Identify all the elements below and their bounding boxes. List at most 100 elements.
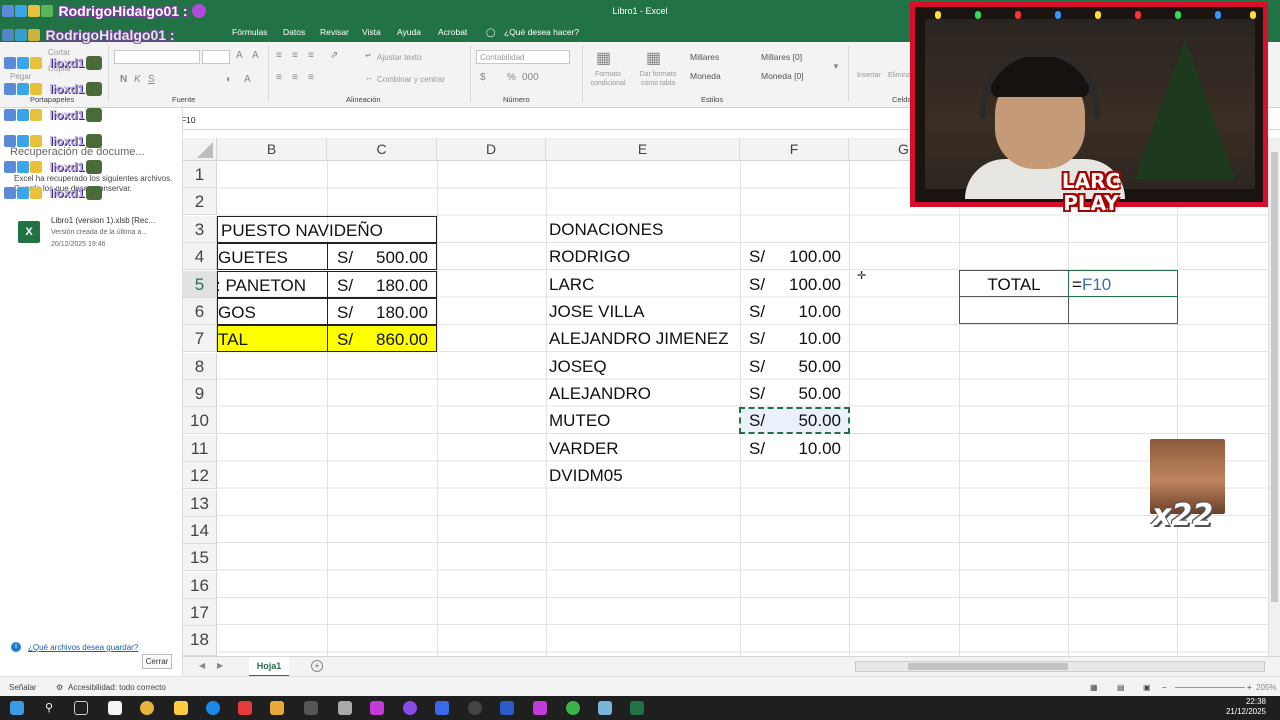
- shrink-font-icon[interactable]: A: [252, 50, 259, 61]
- total-empty-cell[interactable]: [1068, 297, 1178, 324]
- column-header-d[interactable]: D: [437, 138, 546, 161]
- donor-name-cell[interactable]: RODRIGO: [549, 243, 739, 270]
- donor-name-cell[interactable]: ALEJANDRO JIMENEZ: [549, 325, 739, 352]
- column-header-c[interactable]: C: [327, 138, 437, 161]
- active-formula-cell[interactable]: =F10: [1068, 270, 1178, 297]
- horizontal-scroll-thumb[interactable]: [908, 663, 1068, 670]
- orientation-icon[interactable]: ⇗: [330, 50, 338, 61]
- app-icon[interactable]: [403, 701, 417, 715]
- donor-name-cell[interactable]: LARC: [549, 271, 739, 298]
- align-left-icon[interactable]: ≡: [276, 72, 282, 83]
- windows-start-icon[interactable]: [10, 701, 24, 715]
- task-view-icon[interactable]: [74, 701, 88, 715]
- merge-center-button[interactable]: Combinar y centrar: [377, 75, 445, 84]
- comma-style-icon[interactable]: 000: [522, 72, 539, 83]
- app-icon[interactable]: [598, 701, 612, 715]
- align-center-icon[interactable]: ≡: [292, 72, 298, 83]
- row-header-active[interactable]: 5: [183, 271, 217, 298]
- column-header-b[interactable]: B: [217, 138, 327, 161]
- conditional-format-icon[interactable]: ▦: [596, 48, 611, 68]
- row-header[interactable]: 6: [183, 298, 217, 325]
- page-break-icon[interactable]: ▣: [1143, 683, 1151, 692]
- column-header-e[interactable]: E: [546, 138, 740, 161]
- conditional-format-button[interactable]: Formato condicional: [590, 70, 626, 88]
- grow-font-icon[interactable]: A: [236, 50, 243, 61]
- app-icon[interactable]: [468, 701, 482, 715]
- row-header[interactable]: 16: [183, 572, 217, 599]
- budget-item-label[interactable]: GUETES: [217, 243, 328, 270]
- donations-header-cell[interactable]: DONACIONES: [549, 216, 739, 243]
- donation-amount-cell[interactable]: S/ 50.00: [740, 380, 849, 407]
- word-icon[interactable]: [500, 701, 514, 715]
- tell-me-search[interactable]: ¿Qué desea hacer?: [504, 27, 579, 37]
- zoom-in-icon[interactable]: +: [1247, 683, 1252, 692]
- donation-amount-cell[interactable]: S/ 100.00: [740, 271, 849, 298]
- vertical-scrollbar[interactable]: [1268, 138, 1280, 656]
- tab-revisar[interactable]: Revisar: [320, 27, 349, 37]
- tab-vista[interactable]: Vista: [362, 27, 381, 37]
- budget-item-amount-cell[interactable]: S/ 180.00: [327, 298, 437, 325]
- row-header[interactable]: 10: [183, 407, 217, 434]
- add-sheet-icon[interactable]: +: [311, 660, 323, 672]
- style-moneda-0[interactable]: Moneda [0]: [761, 71, 804, 81]
- budget-header-cell[interactable]: PUESTO NAVIDEÑO: [217, 216, 437, 243]
- row-header[interactable]: 7: [183, 325, 217, 352]
- excel-file-icon[interactable]: X: [18, 221, 40, 243]
- donor-name-cell[interactable]: VARDER: [549, 435, 739, 462]
- accessibility-status[interactable]: Accesibilidad: todo correcto: [68, 683, 166, 692]
- row-header[interactable]: 17: [183, 599, 217, 626]
- app-icon[interactable]: [238, 701, 252, 715]
- folder-icon[interactable]: [270, 701, 284, 715]
- app-icon[interactable]: [533, 701, 547, 715]
- donation-amount-cell[interactable]: S/ 10.00: [740, 435, 849, 462]
- row-header[interactable]: 13: [183, 490, 217, 517]
- donation-amount-cell-copied[interactable]: S/ 50.00: [739, 407, 850, 434]
- row-header[interactable]: 18: [183, 626, 217, 656]
- tab-acrobat[interactable]: Acrobat: [438, 27, 467, 37]
- row-header[interactable]: 15: [183, 544, 217, 571]
- row-header[interactable]: 4: [183, 243, 217, 270]
- budget-item-amount-cell[interactable]: S/ 500.00: [327, 243, 437, 270]
- style-moneda[interactable]: Moneda: [690, 71, 721, 81]
- italic-icon[interactable]: K: [134, 74, 141, 85]
- style-millares-0[interactable]: Millares [0]: [761, 52, 802, 62]
- fill-color-icon[interactable]: ◐: [226, 74, 232, 85]
- align-bottom-icon[interactable]: ≡: [308, 50, 314, 61]
- which-files-link[interactable]: ¿Qué archivos desea guardar?: [28, 643, 138, 652]
- vertical-scroll-thumb[interactable]: [1271, 152, 1278, 602]
- merge-center-icon[interactable]: ↔: [365, 73, 373, 82]
- whatsapp-icon[interactable]: [566, 701, 580, 715]
- row-header[interactable]: 2: [183, 188, 217, 215]
- tab-datos[interactable]: Datos: [283, 27, 305, 37]
- recovered-file-name[interactable]: Libro1 (version 1).xlsb [Rec...: [51, 216, 155, 225]
- app-icon[interactable]: [338, 701, 352, 715]
- donation-amount-cell[interactable]: S/ 10.00: [740, 298, 849, 325]
- sheet-tab-hoja1[interactable]: Hoja1: [249, 657, 289, 677]
- calculator-icon[interactable]: [435, 701, 449, 715]
- number-format-select[interactable]: Contabilidad: [476, 50, 570, 64]
- column-header-f[interactable]: F: [740, 138, 849, 161]
- format-as-table-icon[interactable]: ▦: [646, 48, 661, 68]
- row-header[interactable]: 1: [183, 161, 217, 188]
- donor-name-cell[interactable]: DVIDM05: [549, 462, 739, 489]
- close-button[interactable]: Cerrar: [142, 654, 172, 669]
- budget-item-label[interactable]: GOS: [217, 298, 328, 325]
- row-header[interactable]: 8: [183, 353, 217, 380]
- align-top-icon[interactable]: ≡: [276, 50, 282, 61]
- row-header[interactable]: 9: [183, 380, 217, 407]
- percent-icon[interactable]: %: [507, 72, 516, 83]
- font-color-icon[interactable]: A: [244, 74, 251, 85]
- total-label-cell[interactable]: TOTAL: [959, 270, 1069, 297]
- insert-cells-button[interactable]: Insertar: [857, 72, 881, 79]
- tab-ayuda[interactable]: Ayuda: [397, 27, 421, 37]
- styles-more-icon[interactable]: ▼: [832, 62, 840, 71]
- font-size-select[interactable]: [202, 50, 230, 64]
- app-icon[interactable]: [370, 701, 384, 715]
- donation-amount-cell[interactable]: S/ 10.00: [740, 325, 849, 352]
- donor-name-cell[interactable]: ALEJANDRO: [549, 380, 739, 407]
- zoom-out-icon[interactable]: −: [1162, 683, 1167, 692]
- next-sheet-icon[interactable]: ▶: [217, 661, 223, 670]
- chrome-icon[interactable]: [140, 701, 154, 715]
- donation-amount-cell[interactable]: S/ 50.00: [740, 353, 849, 380]
- prev-sheet-icon[interactable]: ◀: [199, 661, 205, 670]
